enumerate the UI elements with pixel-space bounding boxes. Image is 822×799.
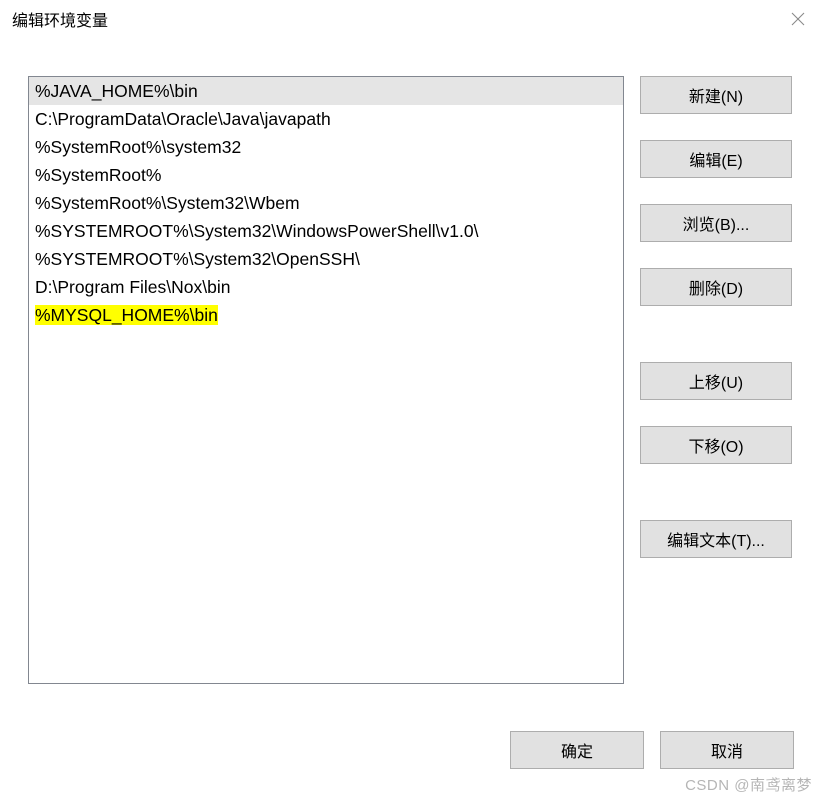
path-list[interactable]: %JAVA_HOME%\binC:\ProgramData\Oracle\Jav…: [28, 76, 624, 684]
content-area: %JAVA_HOME%\binC:\ProgramData\Oracle\Jav…: [0, 38, 822, 704]
footer: 确定 取消: [510, 731, 794, 769]
list-item[interactable]: %SystemRoot%\System32\Wbem: [29, 189, 623, 217]
list-item[interactable]: D:\Program Files\Nox\bin: [29, 273, 623, 301]
button-column: 新建(N) 编辑(E) 浏览(B)... 删除(D) 上移(U) 下移(O) 编…: [640, 76, 792, 684]
close-icon: [791, 12, 805, 26]
delete-button[interactable]: 删除(D): [640, 268, 792, 306]
list-item[interactable]: %MYSQL_HOME%\bin: [29, 301, 623, 329]
titlebar: 编辑环境变量: [0, 0, 822, 38]
new-button[interactable]: 新建(N): [640, 76, 792, 114]
highlighted-text: %MYSQL_HOME%\bin: [35, 305, 218, 325]
watermark: CSDN @南鸢离梦: [685, 774, 812, 795]
list-item[interactable]: %SYSTEMROOT%\System32\OpenSSH\: [29, 245, 623, 273]
list-item[interactable]: %SystemRoot%: [29, 161, 623, 189]
ok-button[interactable]: 确定: [510, 731, 644, 769]
move-down-button[interactable]: 下移(O): [640, 426, 792, 464]
window-title: 编辑环境变量: [12, 7, 108, 31]
list-item[interactable]: %SystemRoot%\system32: [29, 133, 623, 161]
edit-text-button[interactable]: 编辑文本(T)...: [640, 520, 792, 558]
list-item[interactable]: C:\ProgramData\Oracle\Java\javapath: [29, 105, 623, 133]
close-button[interactable]: [774, 1, 822, 37]
cancel-button[interactable]: 取消: [660, 731, 794, 769]
list-item[interactable]: %SYSTEMROOT%\System32\WindowsPowerShell\…: [29, 217, 623, 245]
move-up-button[interactable]: 上移(U): [640, 362, 792, 400]
edit-button[interactable]: 编辑(E): [640, 140, 792, 178]
browse-button[interactable]: 浏览(B)...: [640, 204, 792, 242]
list-item[interactable]: %JAVA_HOME%\bin: [29, 77, 623, 105]
